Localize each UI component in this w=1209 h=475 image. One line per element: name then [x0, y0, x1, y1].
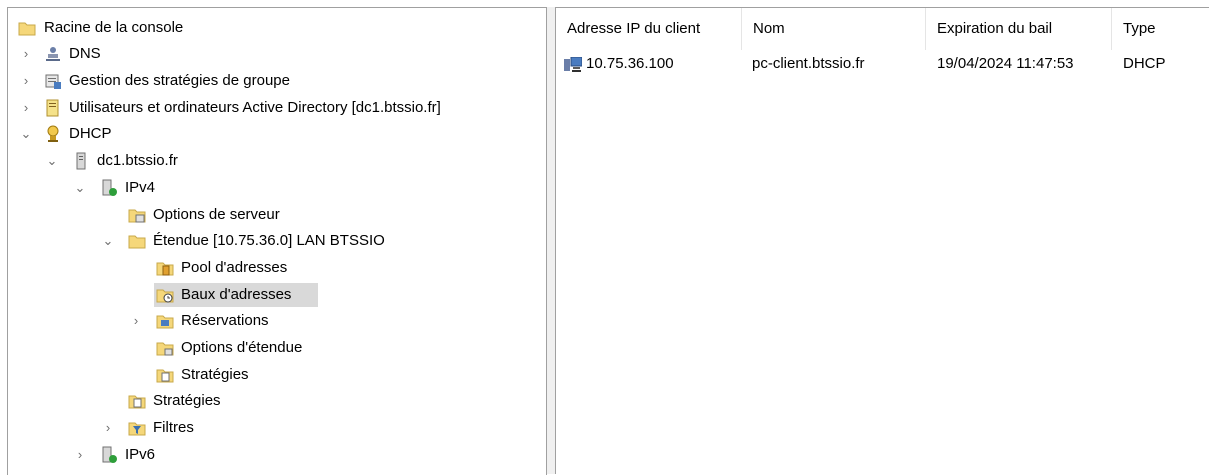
tree-item-scope-options[interactable]: Options d'étendue	[8, 336, 538, 360]
leases-list[interactable]: Adresse IP du client Nom Expiration du b…	[556, 7, 1209, 475]
filter-icon	[128, 422, 146, 436]
tree-item-filters[interactable]: › Filtres	[8, 416, 538, 440]
server-options-icon	[128, 209, 146, 223]
tree-item-label: dc1.btssio.fr	[97, 152, 178, 169]
tree-item-label: Baux d'adresses	[181, 286, 292, 303]
tree-item-root[interactable]: Racine de la console	[8, 16, 538, 40]
lease-client-icon	[564, 57, 582, 72]
chevron-right-icon[interactable]: ›	[73, 443, 87, 467]
chevron-down-icon[interactable]: ⌄	[45, 149, 59, 173]
policies-icon	[156, 369, 174, 383]
tree-item-server[interactable]: ⌄ dc1.btssio.fr	[8, 149, 538, 173]
tree-item-label: Utilisateurs et ordinateurs Active Direc…	[69, 99, 441, 116]
cell-type: DHCP	[1123, 55, 1166, 72]
tree-item-reservations[interactable]: › Réservations	[8, 309, 538, 333]
tree-item-label: Réservations	[181, 312, 269, 329]
folder-icon	[18, 22, 36, 36]
tree-item-ipv4[interactable]: ⌄ IPv4	[8, 176, 538, 200]
tree-item-label: Filtres	[153, 419, 194, 436]
tree-item-label: Étendue [10.75.36.0] LAN BTSSIO	[153, 232, 385, 249]
tree-item-label: Racine de la console	[44, 19, 184, 36]
address-leases-icon	[156, 289, 174, 303]
chevron-right-icon[interactable]: ›	[129, 309, 143, 333]
tree-item-scope[interactable]: ⌄ Étendue [10.75.36.0] LAN BTSSIO	[8, 229, 538, 253]
policies-icon	[128, 395, 146, 409]
tree-item-server-options[interactable]: Options de serveur	[8, 203, 538, 227]
tree-item-label: DHCP	[69, 125, 112, 142]
folder-icon	[128, 235, 146, 249]
pane-splitter[interactable]	[547, 7, 556, 474]
cell-name: pc-client.btssio.fr	[752, 55, 865, 72]
tree-item-label: Options de serveur	[153, 206, 280, 223]
reservations-icon	[156, 315, 174, 329]
tree-item-gpo[interactable]: › Gestion des stratégies de groupe	[8, 69, 538, 93]
chevron-down-icon[interactable]: ⌄	[19, 122, 33, 146]
tree-item-label: IPv4	[125, 179, 156, 196]
scope-options-icon	[156, 342, 174, 356]
chevron-right-icon[interactable]: ›	[19, 96, 33, 120]
tree-item-ad[interactable]: › Utilisateurs et ordinateurs Active Dir…	[8, 96, 538, 120]
ipv4-icon	[102, 179, 117, 196]
tree-item-label: Gestion des stratégies de groupe	[69, 72, 290, 89]
chevron-down-icon[interactable]: ⌄	[101, 229, 115, 253]
tree-item-dns[interactable]: › DNS	[8, 42, 538, 66]
ipv6-icon	[102, 446, 117, 463]
tree-item-scope-policies[interactable]: Stratégies	[8, 363, 538, 387]
table-row[interactable]: 10.75.36.100 pc-client.btssio.fr 19/04/2…	[556, 8, 1209, 80]
tree-item-label: IPv6	[125, 446, 156, 463]
gpo-icon	[45, 74, 61, 89]
cell-client-ip: 10.75.36.100	[586, 55, 674, 72]
chevron-right-icon[interactable]: ›	[101, 416, 115, 440]
tree-item-dhcp[interactable]: ⌄ DHCP	[8, 122, 538, 146]
console-tree[interactable]: Racine de la console › DNS › Gestion des…	[7, 7, 547, 475]
tree-item-label: Options d'étendue	[181, 339, 303, 356]
dhcp-icon	[47, 125, 59, 142]
tree-item-pool[interactable]: Pool d'adresses	[8, 256, 538, 280]
dns-icon	[46, 47, 60, 61]
tree-item-label: Stratégies	[181, 366, 249, 383]
tree-item-label: Pool d'adresses	[181, 259, 288, 276]
address-pool-icon	[156, 262, 174, 276]
tree-item-label: DNS	[69, 45, 101, 62]
chevron-right-icon[interactable]: ›	[19, 69, 33, 93]
active-directory-icon	[46, 99, 59, 117]
mmc-console: Racine de la console › DNS › Gestion des…	[0, 0, 1209, 475]
tree-item-leases[interactable]: Baux d'adresses	[8, 283, 538, 307]
tree-item-label: Stratégies	[153, 392, 221, 409]
server-icon	[76, 152, 86, 170]
tree-item-ipv6[interactable]: › IPv6	[8, 443, 538, 467]
cell-expiration: 19/04/2024 11:47:53	[937, 55, 1074, 72]
chevron-right-icon[interactable]: ›	[19, 42, 33, 66]
tree-item-policies[interactable]: Stratégies	[8, 389, 538, 413]
chevron-down-icon[interactable]: ⌄	[73, 176, 87, 200]
